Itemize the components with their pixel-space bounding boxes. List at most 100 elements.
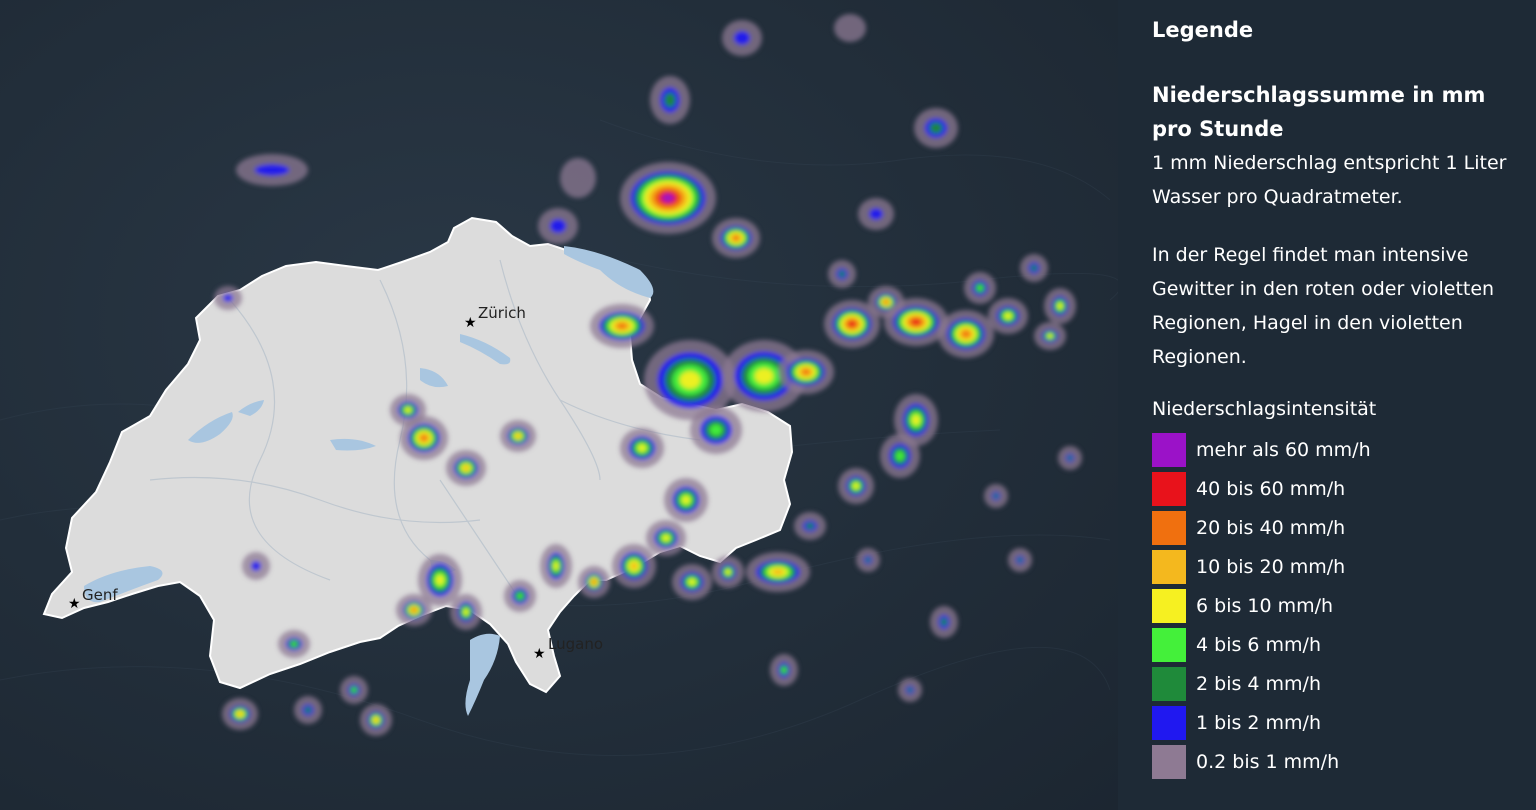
precipitation-cell: [801, 368, 811, 376]
scale-row: 10 bis 20 mm/h: [1152, 547, 1536, 586]
precipitation-cell: [848, 321, 856, 327]
color-swatch: [1152, 666, 1186, 701]
precipitation-cell: [553, 561, 559, 571]
precipitation-cell: [630, 562, 638, 570]
precipitation-cell: [1030, 264, 1038, 272]
precipitation-cell: [1004, 312, 1012, 320]
scale-row: 6 bis 10 mm/h: [1152, 586, 1536, 625]
scale-label: 20 bis 40 mm/h: [1196, 516, 1346, 539]
city-label-lugano: Lugano: [548, 635, 603, 653]
color-swatch: [1152, 627, 1186, 662]
precipitation-cell: [805, 522, 815, 530]
precipitation-cell: [462, 465, 470, 471]
color-swatch: [1152, 588, 1186, 623]
precipitation-cell: [895, 450, 905, 462]
scale-row: 4 bis 6 mm/h: [1152, 625, 1536, 664]
precipitation-cell: [679, 371, 701, 389]
precipitation-cell: [290, 641, 298, 647]
color-swatch: [1152, 744, 1186, 779]
precipitation-cell: [993, 493, 999, 499]
precipitation-cell: [664, 92, 676, 108]
intensity-scale: mehr als 60 mm/h 40 bis 60 mm/h 20 bis 4…: [1152, 430, 1536, 781]
precipitation-cell: [373, 717, 379, 723]
precipitation-cell: [662, 534, 670, 542]
precipitation-cell: [754, 368, 774, 384]
precipitation-cell: [976, 284, 984, 292]
precipitation-cell: [725, 569, 731, 575]
precipitation-cell: [688, 578, 696, 586]
precipitation-cell: [411, 608, 417, 612]
scale-row: mehr als 60 mm/h: [1152, 430, 1536, 469]
scale-row: 1 bis 2 mm/h: [1152, 703, 1536, 742]
precipitation-cell: [869, 208, 883, 220]
precipitation-cell: [1017, 557, 1023, 563]
precipitation-cell: [304, 706, 312, 714]
legend-panel: Legende Niederschlagssumme in mm pro Stu…: [1118, 0, 1536, 810]
precipitation-cell: [865, 557, 871, 563]
precipitation-cell: [549, 219, 567, 233]
scale-row: 40 bis 60 mm/h: [1152, 469, 1536, 508]
precipitation-cell: [1047, 333, 1053, 339]
legend-subtitle: Niederschlagssumme in mm pro Stunde: [1152, 83, 1486, 141]
legend-title: Legende: [1152, 18, 1254, 42]
precipitation-cell: [911, 414, 921, 426]
precipitation-cell: [929, 122, 943, 134]
precipitation-cell: [1067, 455, 1073, 461]
precipitation-cell: [907, 687, 913, 693]
color-swatch: [1152, 510, 1186, 545]
precipitation-cell: [838, 270, 846, 278]
precipitation-cell: [781, 666, 787, 674]
precipitation-cell: [1057, 302, 1063, 310]
precipitation-cell: [223, 294, 233, 302]
scale-label: 1 bis 2 mm/h: [1196, 711, 1321, 734]
color-swatch: [1152, 549, 1186, 584]
scale-label: 40 bis 60 mm/h: [1196, 477, 1346, 500]
precipitation-cell: [254, 164, 290, 176]
precipitation-cell: [251, 561, 261, 571]
precipitation-cell: [772, 568, 784, 576]
precipitation-cell: [709, 424, 723, 436]
scale-label: 10 bis 20 mm/h: [1196, 555, 1346, 578]
star-icon: ★: [533, 646, 546, 662]
precipitation-cell: [911, 319, 921, 325]
scale-heading: Niederschlagsintensität: [1152, 398, 1377, 420]
precipitation-cell: [435, 574, 445, 586]
precipitation-cell: [420, 434, 428, 442]
precipitation-cell: [463, 608, 469, 616]
precipitation-cell: [237, 711, 243, 717]
city-label-zurich: Zürich: [478, 304, 526, 322]
color-swatch: [1152, 432, 1186, 467]
precipitation-cell: [681, 495, 691, 505]
city-label-genf: Genf: [82, 586, 118, 604]
precipitation-cell: [883, 300, 889, 304]
precipitation-cell: [617, 322, 627, 330]
precipitation-cell: [592, 580, 596, 584]
legend-note: In der Regel findet man intensive Gewitt…: [1152, 244, 1495, 368]
precipitation-cell: [404, 407, 412, 413]
precipitation-cell: [852, 482, 860, 490]
precipitation-cell: [961, 330, 971, 338]
scale-label: 0.2 bis 1 mm/h: [1196, 750, 1340, 773]
scale-label: mehr als 60 mm/h: [1196, 438, 1371, 461]
star-icon: ★: [68, 596, 81, 612]
precipitation-cell: [516, 592, 524, 600]
precipitation-cell: [732, 235, 740, 241]
scale-label: 2 bis 4 mm/h: [1196, 672, 1321, 695]
precipitation-cell: [834, 14, 866, 42]
precipitation-cell: [515, 433, 521, 439]
precipitation-cell: [637, 444, 647, 452]
legend-description: 1 mm Niederschlag entspricht 1 Liter Was…: [1152, 152, 1507, 208]
precipitation-radar-map[interactable]: ★ Zürich ★ Genf ★ Lugano: [0, 0, 1118, 810]
scale-label: 4 bis 6 mm/h: [1196, 633, 1321, 656]
color-swatch: [1152, 471, 1186, 506]
precipitation-cell: [560, 158, 596, 198]
color-swatch: [1152, 705, 1186, 740]
scale-row: 20 bis 40 mm/h: [1152, 508, 1536, 547]
map-canvas: ★ Zürich ★ Genf ★ Lugano: [0, 14, 1118, 757]
scale-row: 2 bis 4 mm/h: [1152, 664, 1536, 703]
scale-label: 6 bis 10 mm/h: [1196, 594, 1334, 617]
precipitation-cell: [661, 193, 675, 203]
precipitation-cell: [351, 687, 357, 693]
star-icon: ★: [464, 315, 477, 331]
precipitation-cell: [940, 617, 948, 627]
